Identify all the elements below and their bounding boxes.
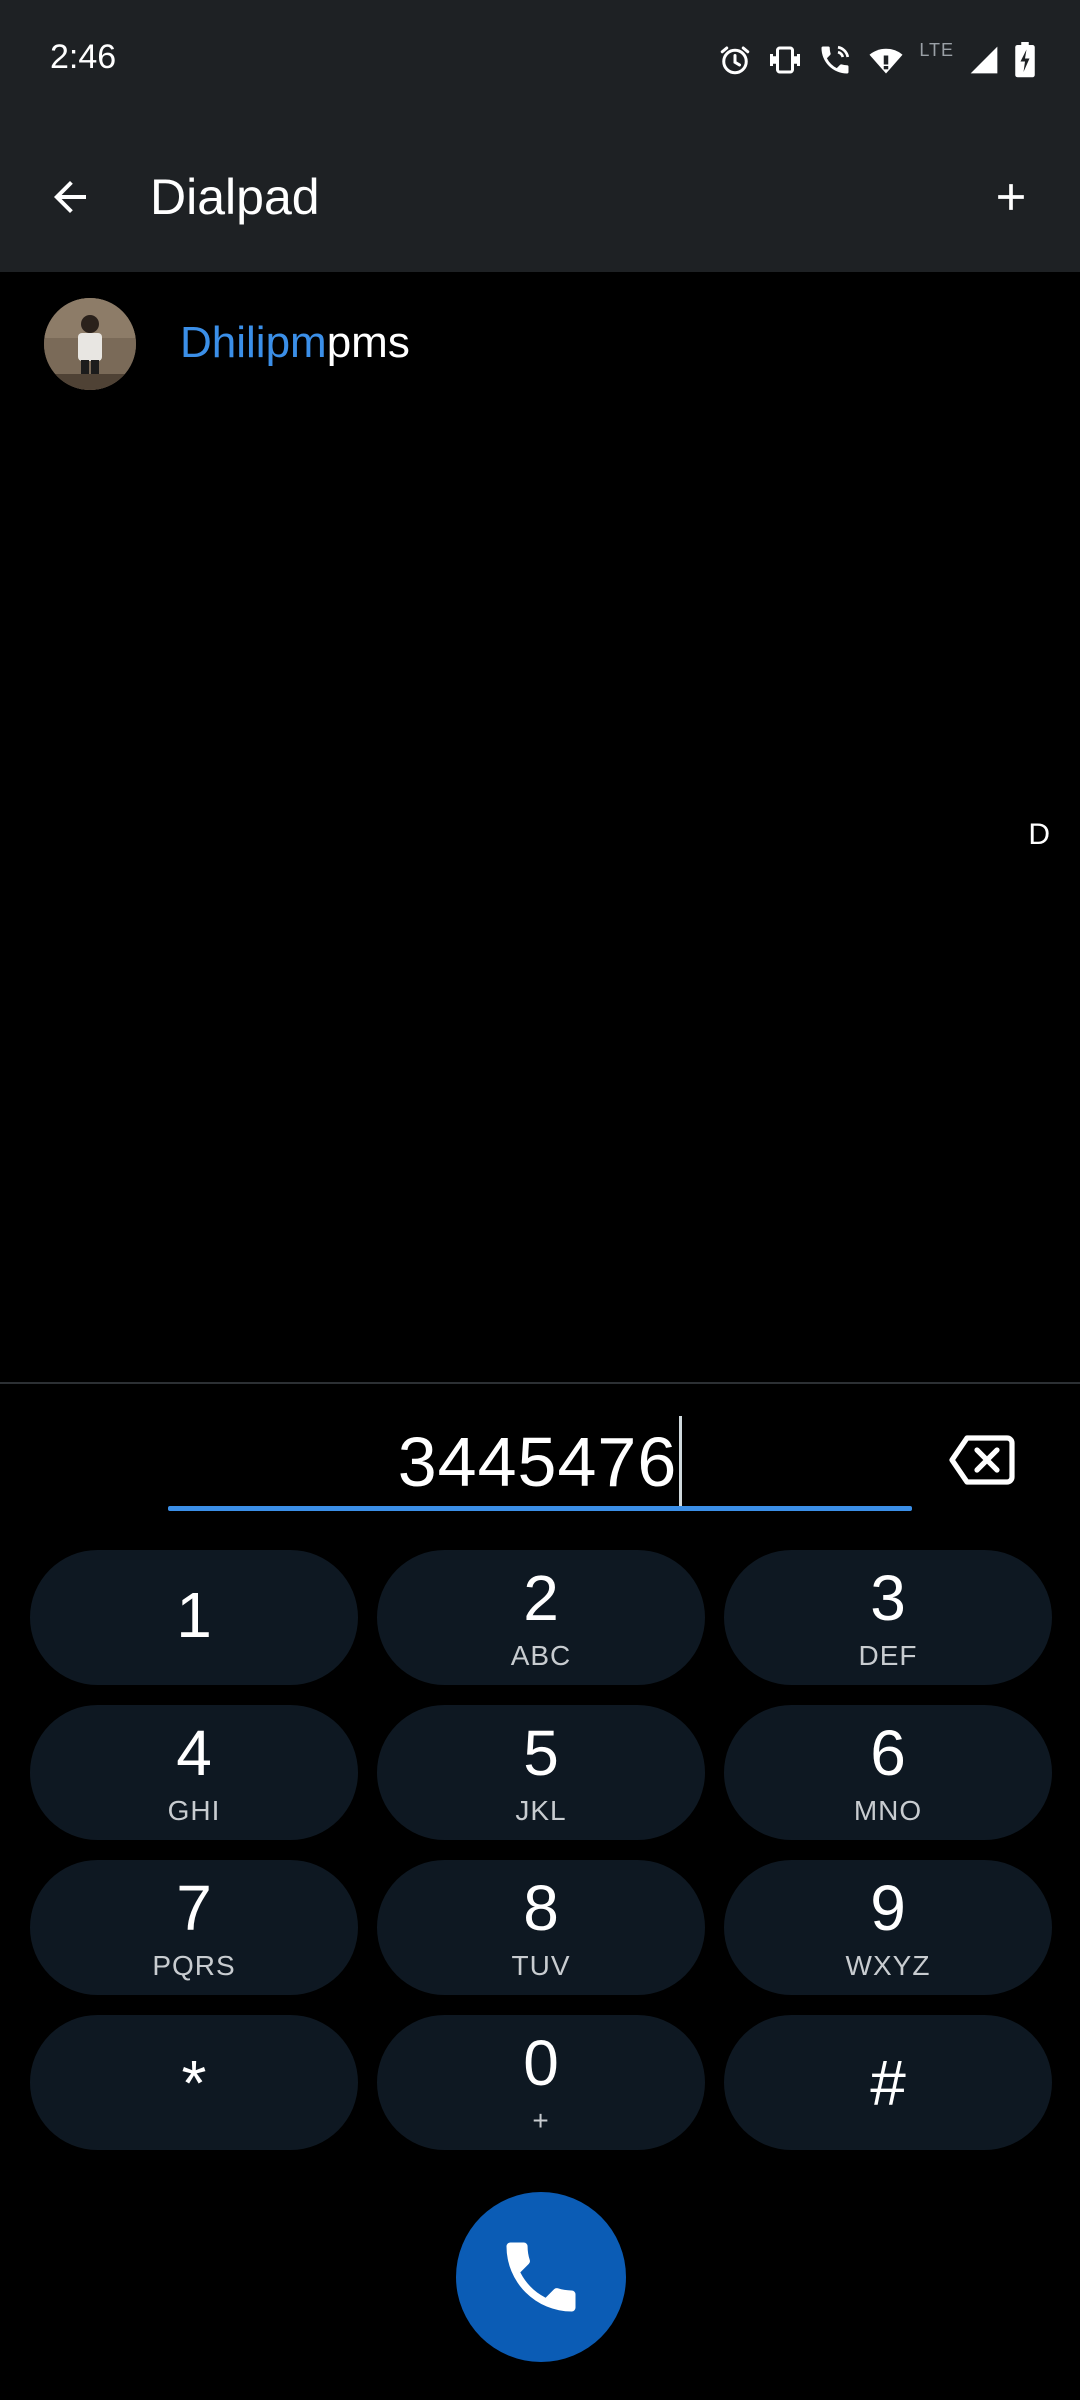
key-letters: PQRS (152, 1949, 236, 1981)
backspace-icon (949, 1435, 1015, 1485)
key-digit: 2 (523, 1561, 559, 1634)
plus-icon (998, 184, 1024, 210)
text-cursor (679, 1416, 683, 1508)
key-digit: 5 (523, 1716, 559, 1789)
status-time: 2:46 (50, 38, 117, 76)
key-letters: + (532, 2104, 550, 2136)
phone-number-input[interactable]: 3445476 (168, 1410, 912, 1514)
key-7[interactable]: 7 PQRS (30, 1860, 358, 1995)
key-letters: DEF (858, 1639, 918, 1671)
contact-suggestion-row[interactable]: Dhilipmpms (0, 288, 1080, 400)
battery-charging-icon (1014, 42, 1036, 78)
key-digit: 4 (176, 1716, 212, 1789)
phone-number-text: 3445476 (397, 1423, 678, 1501)
key-pound[interactable]: # (724, 2015, 1052, 2150)
key-digit: # (870, 2046, 906, 2119)
key-8[interactable]: 8 TUV (377, 1860, 705, 1995)
key-digit: 1 (176, 1578, 212, 1651)
key-1[interactable]: 1 (30, 1550, 358, 1685)
page-title: Dialpad (150, 169, 320, 225)
backspace-button[interactable] (942, 1422, 1022, 1498)
key-digit: 6 (870, 1716, 906, 1789)
key-4[interactable]: 4 GHI (30, 1705, 358, 1840)
status-bar: 2:46 LTE (0, 0, 1080, 122)
key-letters: WXYZ (845, 1949, 931, 1981)
signal-icon (968, 44, 1000, 76)
key-digit: 9 (870, 1871, 906, 1944)
key-letters: MNO (853, 1794, 923, 1826)
wifi-icon (867, 42, 905, 78)
divider (0, 1382, 1080, 1384)
keypad: 1 2 ABC 3 DEF 4 GHI 5 JKL 6 MNO 7 PQRS 8 TUV 9 W… (30, 1550, 1052, 2150)
key-0[interactable]: 0 + (377, 2015, 705, 2150)
back-button[interactable] (40, 167, 100, 227)
phone-icon (506, 2242, 576, 2312)
key-3[interactable]: 3 DEF (724, 1550, 1052, 1685)
key-digit: 8 (523, 1871, 559, 1944)
key-letters: ABC (510, 1639, 572, 1671)
key-letters: JKL (515, 1794, 567, 1826)
contact-name: Dhilipmpms (180, 318, 410, 368)
add-contact-button[interactable] (978, 164, 1044, 230)
vibrate-icon (767, 42, 803, 78)
key-letters: GHI (167, 1794, 221, 1826)
arrow-back-icon (54, 181, 86, 213)
key-9[interactable]: 9 WXYZ (724, 1860, 1052, 1995)
avatar (44, 298, 136, 390)
key-digit: 3 (870, 1561, 906, 1634)
call-button[interactable] (456, 2192, 626, 2362)
toolbar: Dialpad (0, 122, 1080, 272)
contact-name-rest: pms (326, 318, 410, 367)
status-icons: LTE (717, 38, 1036, 82)
alarm-icon (717, 42, 753, 78)
key-letters: TUV (511, 1949, 571, 1981)
network-type: LTE (919, 40, 954, 60)
contact-name-match: Dhilipm (180, 318, 327, 367)
key-5[interactable]: 5 JKL (377, 1705, 705, 1840)
key-2[interactable]: 2 ABC (377, 1550, 705, 1685)
key-digit: 0 (523, 2026, 559, 2099)
input-underline (168, 1506, 912, 1511)
key-6[interactable]: 6 MNO (724, 1705, 1052, 1840)
key-star[interactable]: * (30, 2015, 358, 2150)
key-digit: * (181, 2046, 207, 2119)
fastscroll-letter[interactable]: D (1028, 818, 1050, 852)
wifi-calling-icon (817, 42, 853, 78)
key-digit: 7 (176, 1871, 212, 1944)
